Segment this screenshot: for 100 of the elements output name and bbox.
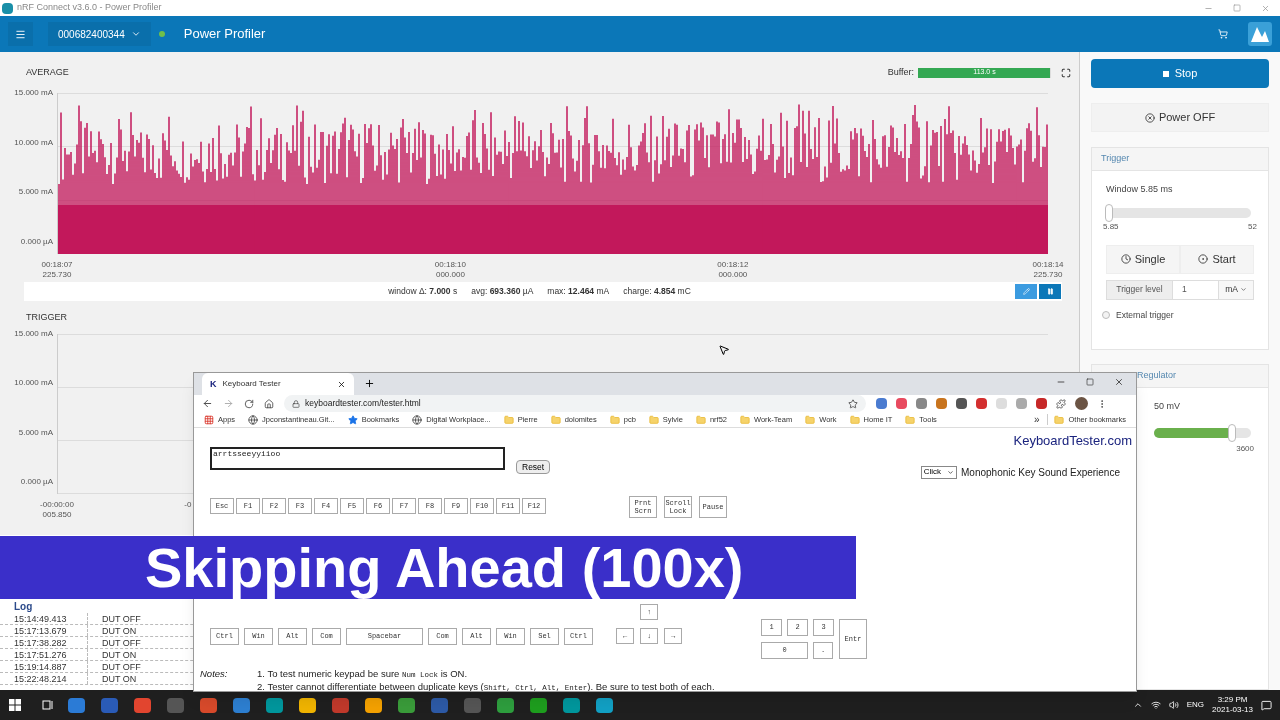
log-time: 15:19:14.887: [0, 661, 88, 672]
folder-icon: [550, 414, 561, 425]
lock-icon: [292, 399, 300, 408]
slider-max: 3600: [1236, 442, 1254, 455]
reset-button[interactable]: Reset: [516, 460, 551, 474]
log-event: DUT OFF: [101, 637, 141, 648]
extension-icon[interactable]: [976, 398, 987, 409]
external-trigger-checkbox[interactable]: [1102, 310, 1110, 319]
extension-icon[interactable]: [916, 398, 927, 409]
new-tab-icon[interactable]: [364, 378, 375, 389]
pause-button[interactable]: [1039, 284, 1061, 299]
typing-area[interactable]: arrtsseeyyiioo: [210, 447, 505, 470]
clock-date[interactable]: 2021-03-13: [1212, 705, 1253, 715]
folder-icon: [805, 414, 816, 425]
app-icon[interactable]: [68, 697, 85, 713]
network-icon[interactable]: [1150, 700, 1161, 710]
close-icon[interactable]: [1114, 377, 1124, 387]
volume-icon[interactable]: [1168, 700, 1179, 710]
y-axis-label: 10.000 mA: [14, 136, 53, 149]
stat-text: avg: 693.360 µA: [471, 285, 534, 298]
reload-icon[interactable]: [244, 398, 254, 409]
slider-min: 5.85: [1103, 220, 1119, 233]
stat-text: charge: 4.854 mC: [623, 285, 691, 298]
y-axis-label: 5.000 mA: [18, 186, 53, 199]
y-axis-label: 15.000 mA: [14, 87, 53, 99]
site-favicon-icon: K: [210, 379, 217, 389]
log-event: DUT ON: [101, 649, 137, 660]
app-icon[interactable]: [398, 697, 415, 713]
app-icon[interactable]: [266, 697, 283, 713]
menu-button[interactable]: [8, 22, 33, 46]
bookmark-star-icon[interactable]: [848, 398, 858, 409]
x-axis-label: 225.730: [1033, 270, 1063, 280]
extension-icon[interactable]: [936, 398, 947, 409]
notification-icon[interactable]: [1261, 699, 1272, 711]
url-text: keyboardtester.com/tester.html: [305, 397, 421, 410]
home-icon[interactable]: [264, 398, 274, 409]
extension-icon[interactable]: [896, 398, 907, 409]
task-view-icon[interactable]: [42, 699, 54, 711]
sound-label: Monophonic Key Sound Experience: [961, 465, 1120, 480]
x-axis-label: 005.850: [42, 510, 72, 520]
tab-title: Keyboard Tester: [222, 378, 281, 390]
log-time: 15:14:49.413: [0, 613, 88, 624]
log-time: 15:17:38.282: [0, 637, 88, 648]
slider-thumb[interactable]: [1105, 203, 1113, 222]
app-icon[interactable]: [365, 697, 382, 713]
app-icon[interactable]: [233, 697, 250, 713]
fullscreen-icon[interactable]: [1061, 67, 1071, 78]
globe-icon: [248, 414, 259, 425]
cart-icon[interactable]: [1218, 29, 1228, 39]
caret-icon: [130, 29, 141, 39]
address-bar[interactable]: keyboardtester.com/tester.html: [284, 395, 866, 412]
stat-text: window Δ: 7.000 s: [388, 285, 458, 298]
avatar-icon[interactable]: [1075, 397, 1088, 410]
buffer-label: Buffer:: [887, 65, 914, 79]
start-button[interactable]: Start: [1180, 244, 1254, 274]
window-label: Window 5.85 ms: [1106, 183, 1174, 196]
extension-icon[interactable]: [876, 398, 887, 409]
globe-icon: [412, 414, 423, 425]
clock-icon: [1120, 254, 1131, 264]
x-axis-label: -00:00:00: [40, 500, 74, 510]
back-icon[interactable]: [202, 398, 213, 409]
app-icon[interactable]: [530, 697, 547, 713]
pause-icon: [1046, 288, 1054, 295]
app-icon[interactable]: [299, 697, 316, 713]
clock-time[interactable]: 3:29 PM: [1217, 695, 1248, 705]
puzzle-icon[interactable]: [1056, 398, 1066, 409]
app-icon[interactable]: [497, 697, 514, 713]
single-button[interactable]: Single: [1106, 244, 1180, 274]
apps-icon: [204, 414, 214, 425]
browser-tab[interactable]: K Keyboard Tester: [202, 373, 354, 395]
chevron-up-icon[interactable]: [1132, 700, 1143, 710]
app-icon[interactable]: [563, 697, 580, 713]
language-indicator[interactable]: ENG: [1186, 699, 1205, 711]
power-off-button[interactable]: Power OFF: [1091, 103, 1269, 132]
app-icon[interactable]: [200, 697, 217, 713]
x-axis-label: 000.000: [718, 270, 748, 280]
windows-icon[interactable]: [9, 699, 21, 711]
more-bookmarks[interactable]: »: [1033, 412, 1040, 427]
log-event: DUT OFF: [101, 613, 141, 624]
sound-select[interactable]: Click: [920, 465, 957, 479]
extension-icon[interactable]: [956, 398, 967, 409]
device-selector[interactable]: 000682400344: [48, 22, 151, 46]
trigger-level-label: Trigger level: [1106, 279, 1173, 300]
app-title: Power Profiler: [183, 25, 266, 44]
mouse-cursor-icon: [718, 344, 730, 356]
log-time: 15:22:48.214: [0, 673, 88, 684]
stop-icon: [1162, 70, 1169, 77]
extension-icon[interactable]: [1036, 398, 1047, 409]
folder-icon: [609, 414, 620, 425]
log-event: DUT ON: [101, 673, 137, 684]
window-title: nRF Connect v3.6.0 - Power Profiler: [17, 1, 162, 15]
app-icon[interactable]: [134, 697, 151, 713]
log-event: DUT OFF: [101, 661, 141, 672]
maximize-icon[interactable]: [1086, 378, 1094, 386]
app-icon[interactable]: [596, 697, 613, 713]
trigger-level-field[interactable]: 1: [1173, 279, 1218, 300]
close-icon[interactable]: [337, 379, 346, 389]
stop-button[interactable]: Stop: [1091, 59, 1269, 88]
unit-dropdown[interactable]: mA: [1218, 279, 1254, 300]
slider-thumb[interactable]: [1227, 423, 1236, 442]
